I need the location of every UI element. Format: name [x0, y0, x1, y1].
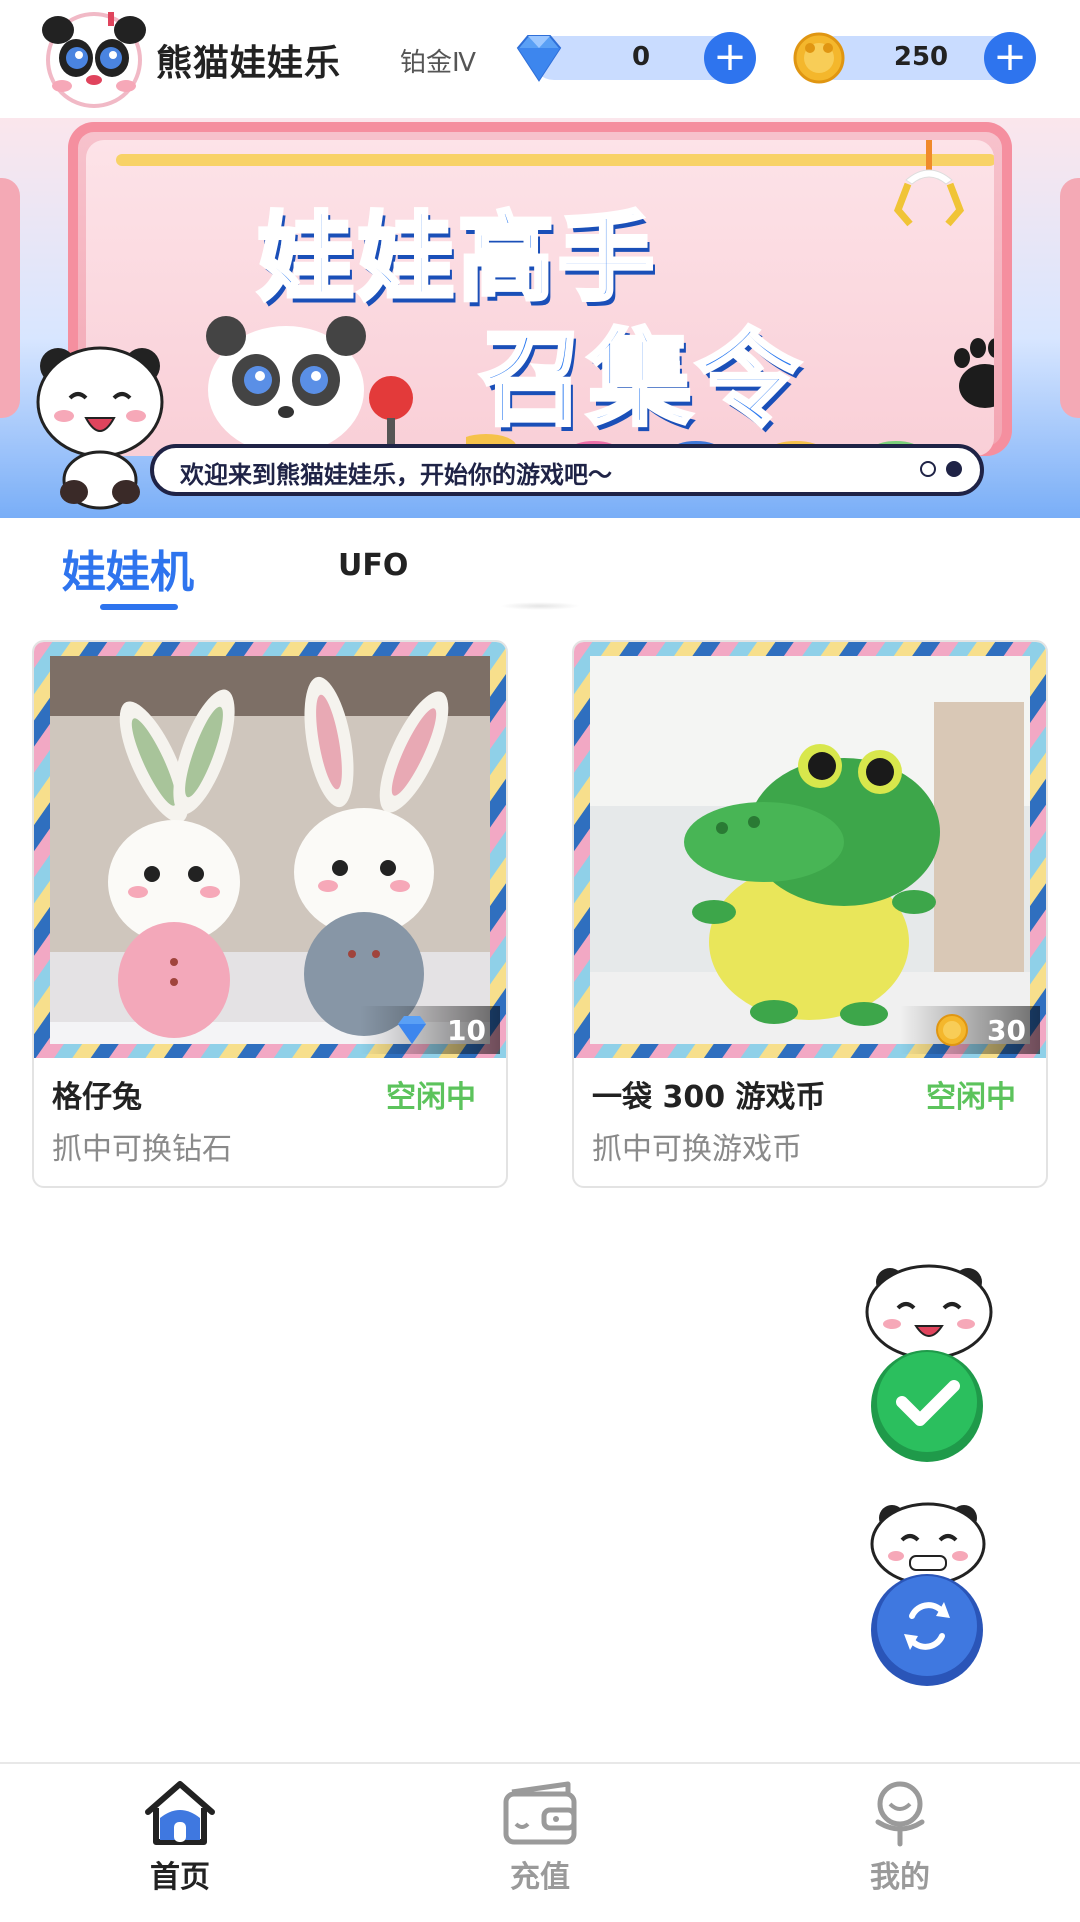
banner-pager: [910, 461, 962, 481]
claw-rail: [116, 154, 994, 166]
nav-home[interactable]: 首页: [80, 1774, 280, 1914]
coin-balance: 250 +: [793, 32, 1036, 84]
bottom-navigation: 首页 充值 我的: [0, 1762, 1080, 1922]
claw-icon: [893, 140, 965, 227]
machine-card[interactable]: 10 格仔兔 空闲中 抓中可换钻石: [32, 640, 508, 1188]
price-tag: 30: [900, 1006, 1040, 1054]
app-title: 熊猫娃娃乐: [156, 43, 342, 84]
paw-icon: [954, 338, 994, 408]
banner-next-peek: [1060, 178, 1080, 418]
coin-icon: [936, 1014, 968, 1046]
tab-claw-machine[interactable]: 娃娃机: [62, 536, 194, 600]
diamond-icon: [398, 1016, 426, 1044]
diamond-balance: 0 +: [516, 32, 756, 84]
machine-status: 空闲中: [926, 1080, 1016, 1115]
nav-profile[interactable]: 我的: [800, 1774, 1000, 1914]
panda-avatar[interactable]: [38, 8, 150, 108]
active-tab-indicator: [100, 604, 178, 610]
nav-label: 充值: [510, 1860, 570, 1895]
machine-name: 格仔兔: [52, 1080, 142, 1115]
machine-description: 抓中可换游戏币: [592, 1132, 802, 1167]
refresh-button[interactable]: [852, 1498, 1002, 1688]
pull-indicator: [500, 602, 580, 610]
add-coin-button[interactable]: +: [984, 32, 1036, 84]
plush-crocodile-image: [574, 642, 1046, 1058]
machine-status: 空闲中: [386, 1080, 476, 1115]
add-diamond-button[interactable]: +: [704, 32, 756, 84]
price-value: 30: [987, 1014, 1026, 1047]
nav-recharge[interactable]: 充值: [440, 1774, 640, 1914]
nav-label: 我的: [870, 1860, 930, 1895]
marquee-text: 欢迎来到熊猫娃娃乐，开始你的游戏吧～: [180, 461, 612, 489]
machine-card[interactable]: 30 一袋 300 游戏币 空闲中 抓中可换游戏币: [572, 640, 1048, 1188]
price-tag: 10: [360, 1006, 500, 1054]
home-icon: [145, 1781, 215, 1845]
top-bar: 熊猫娃娃乐 铂金Ⅳ 0 + 250 +: [0, 0, 1080, 118]
claw-machine-window: 娃娃高手 召集令: [86, 140, 994, 456]
machine-description: 抓中可换钻石: [52, 1132, 232, 1167]
joystick-icon: [369, 376, 413, 456]
panda-plush-illustration: [206, 316, 366, 454]
rank-label: 铂金Ⅳ: [400, 48, 476, 78]
claw-machine-frame: 娃娃高手 召集令: [68, 122, 1012, 456]
pager-dot-2[interactable]: [946, 461, 962, 477]
panda-mascot-icon: [36, 346, 164, 510]
profile-icon: [875, 1781, 925, 1847]
plush-bunnies-image: [34, 642, 506, 1058]
checkin-button[interactable]: [852, 1262, 1002, 1462]
banner-headline-2: 召集令: [478, 316, 805, 442]
wallet-icon: [503, 1781, 577, 1845]
nav-label: 首页: [150, 1860, 210, 1895]
tab-ufo[interactable]: UFO: [338, 548, 408, 583]
price-value: 10: [447, 1014, 486, 1047]
machine-name: 一袋 300 游戏币: [592, 1080, 826, 1115]
banner-prev-peek: [0, 178, 20, 418]
pager-dot-1[interactable]: [920, 461, 936, 477]
welcome-marquee: 欢迎来到熊猫娃娃乐，开始你的游戏吧～: [150, 444, 984, 496]
promo-banner[interactable]: 娃娃高手 召集令 欢迎来到熊猫娃娃乐，开始你的游戏吧～: [0, 118, 1080, 518]
